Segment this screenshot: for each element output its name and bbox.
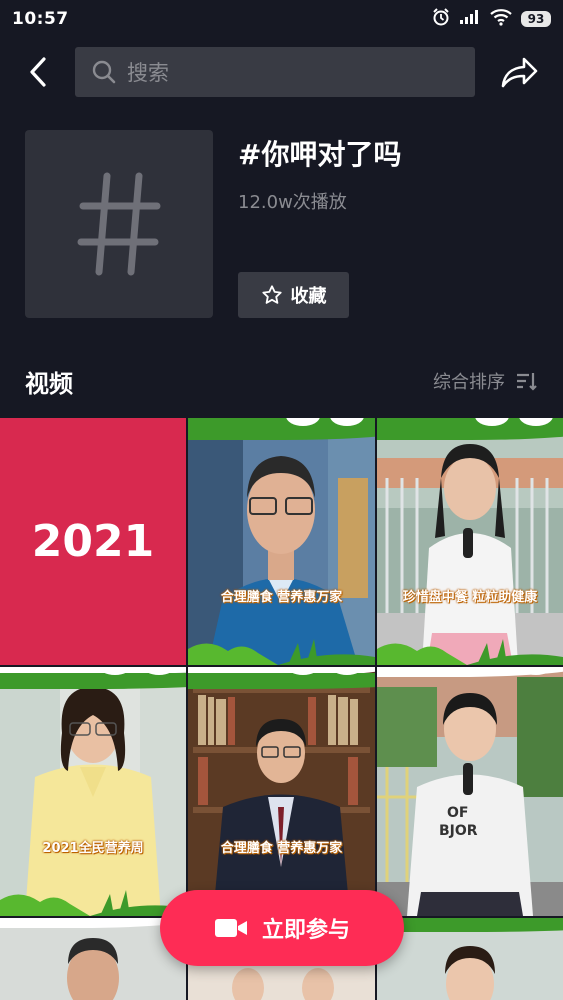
svg-text:BJOR: BJOR [439, 823, 478, 839]
star-icon [261, 285, 282, 304]
status-bar: 10:57 93 [0, 0, 563, 38]
video-caption: 2021全民营养周 [42, 841, 144, 856]
video-tile[interactable]: 2021全民营养周 [0, 667, 186, 916]
back-button[interactable] [20, 54, 56, 90]
year-text: 2021 [31, 516, 155, 567]
section-title: 视频 [25, 370, 73, 398]
hashtag-icon [77, 172, 161, 276]
sort-filter-icon [517, 373, 537, 391]
signal-icon [459, 9, 481, 29]
share-button[interactable] [499, 52, 541, 92]
topic-title: #你呷对了吗 [238, 138, 402, 171]
top-nav: 搜索 [0, 46, 563, 98]
video-caption: 合理膳食 营养惠万家 [220, 590, 343, 605]
sort-label: 综合排序 [433, 372, 505, 393]
status-icons: 93 [431, 7, 551, 31]
video-tile[interactable]: 珍惜盘中餐 粒粒助健康 [377, 418, 563, 665]
video-tile[interactable]: 2021 [0, 418, 186, 665]
video-tile[interactable]: OF BJOR [377, 667, 563, 916]
favorite-button[interactable]: 收藏 [238, 272, 349, 318]
video-camera-icon [214, 919, 247, 937]
video-thumbnail: OF BJOR [377, 667, 563, 916]
battery-indicator: 93 [521, 11, 551, 27]
search-icon [92, 60, 116, 84]
favorite-label: 收藏 [290, 286, 327, 307]
share-arrow-icon [501, 57, 538, 88]
decor-grass [188, 639, 375, 665]
alarm-icon [431, 7, 451, 31]
video-tile[interactable]: 合理膳食 营养惠万家 [188, 418, 375, 665]
decor-grass [377, 639, 563, 665]
video-thumbnail [188, 418, 375, 665]
decor-green-band [377, 918, 563, 932]
play-count: 12.0w次播放 [238, 192, 347, 213]
search-placeholder: 搜索 [127, 61, 169, 85]
decor-green-band [0, 673, 186, 689]
video-caption: 珍惜盘中餐 粒粒助健康 [402, 590, 538, 605]
video-thumbnail [0, 667, 186, 916]
search-input[interactable]: 搜索 [75, 47, 475, 97]
video-tile[interactable] [0, 918, 186, 1000]
svg-text:OF: OF [447, 805, 468, 821]
video-caption: 合理膳食 营养惠万家 [220, 841, 343, 856]
video-thumbnail [377, 418, 563, 665]
join-challenge-button[interactable]: 立即参与 [160, 890, 404, 966]
status-time: 10:57 [12, 9, 69, 29]
video-thumbnail [0, 918, 186, 1000]
decor-green-band [188, 673, 375, 689]
video-tile[interactable]: 合理膳食 营养惠万家 [188, 667, 375, 916]
join-label: 立即参与 [261, 918, 350, 943]
topic-cover [25, 130, 213, 318]
video-thumbnail [188, 667, 375, 916]
wifi-icon [489, 8, 513, 30]
decor-grass [0, 890, 186, 916]
video-tile[interactable] [377, 918, 563, 1000]
sort-button[interactable]: 综合排序 [433, 368, 539, 394]
chevron-left-icon [30, 57, 46, 87]
